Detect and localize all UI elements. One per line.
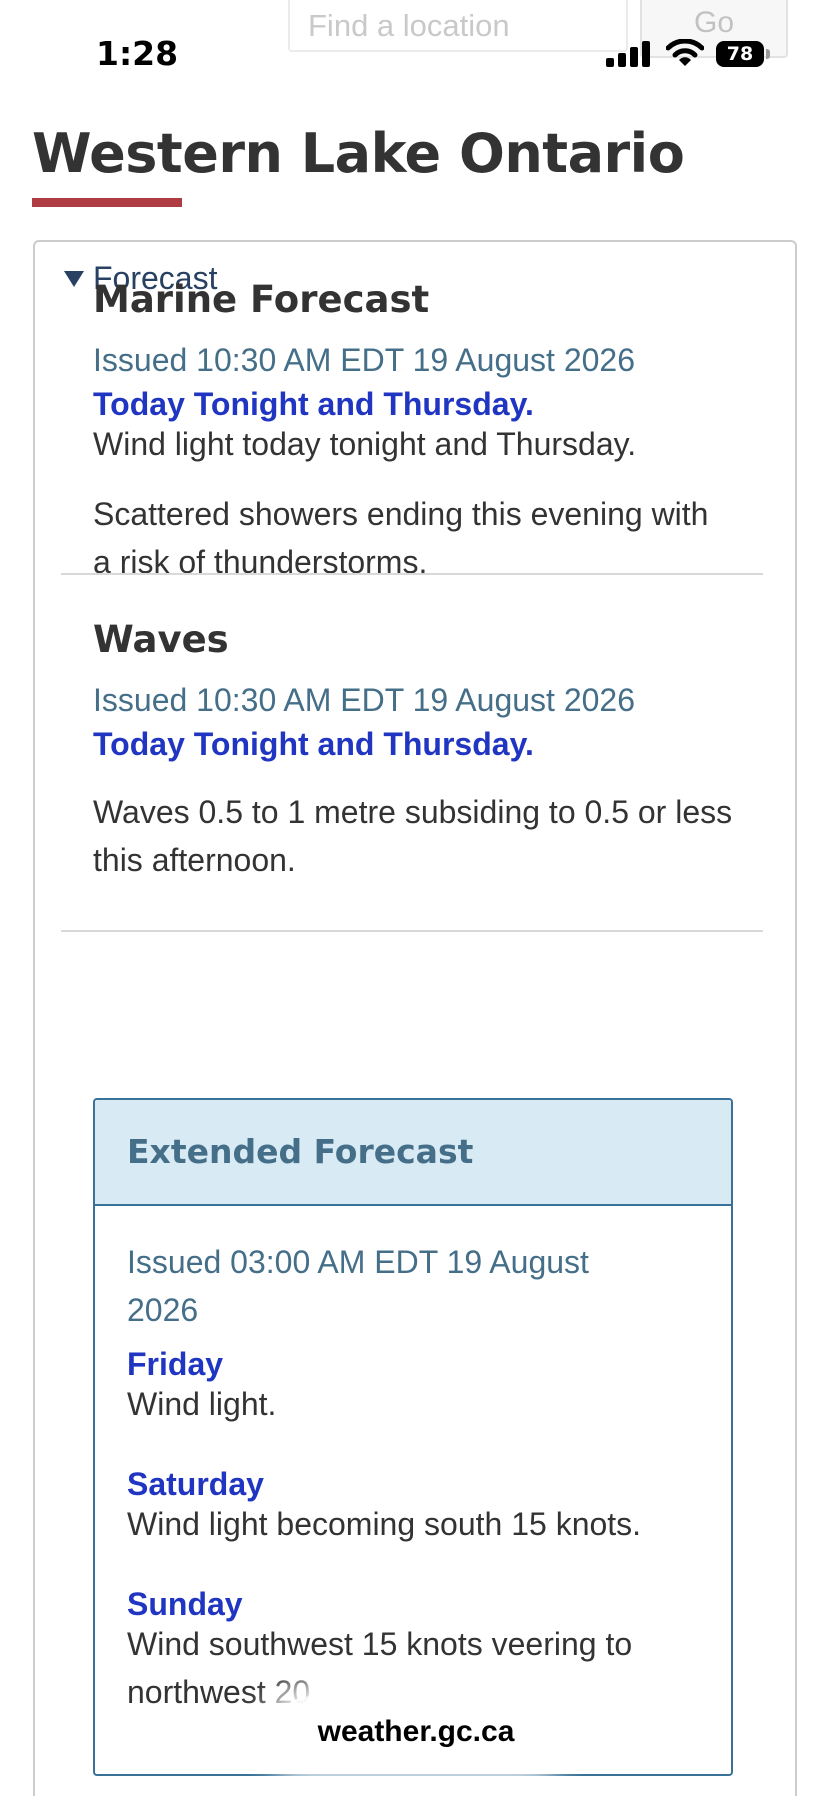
marine-period: Today Tonight and Thursday. bbox=[93, 386, 534, 422]
battery-icon: 78 bbox=[716, 41, 770, 67]
section-divider bbox=[61, 930, 763, 932]
title-underline bbox=[32, 198, 182, 207]
marine-issued: Issued 10:30 AM EDT 19 August 2026 bbox=[93, 342, 635, 378]
battery-cap bbox=[766, 49, 770, 59]
marine-forecast-title: Marine Forecast bbox=[93, 278, 430, 321]
address-bar-url[interactable]: weather.gc.ca bbox=[274, 1696, 558, 1768]
extended-issued: Issued 03:00 AM EDT 19 August 2026 bbox=[127, 1244, 589, 1328]
page-title: Western Lake Ontario bbox=[32, 122, 685, 185]
waves-period: Today Tonight and Thursday. bbox=[93, 726, 534, 762]
marine-text: Wind light today tonight and Thursday. bbox=[93, 426, 637, 462]
forecast-panel: Forecast Marine Forecast Issued 10:30 AM… bbox=[33, 240, 797, 1796]
cellular-signal-icon bbox=[606, 41, 650, 67]
section-divider bbox=[61, 573, 763, 575]
extended-day: Friday bbox=[127, 1346, 224, 1382]
extended-forecast-box: Extended Forecast Issued 03:00 AM EDT 19… bbox=[93, 1098, 733, 1776]
waves-issued: Issued 10:30 AM EDT 19 August 2026 bbox=[93, 682, 635, 718]
battery-level: 78 bbox=[716, 41, 764, 67]
extended-day-text: Wind light becoming south 15 knots. bbox=[127, 1506, 642, 1542]
wifi-icon bbox=[666, 39, 704, 66]
marine-text: Scattered showers ending this evening wi… bbox=[93, 496, 709, 580]
extended-day-text: Wind light. bbox=[127, 1386, 277, 1422]
extended-day: Saturday bbox=[127, 1466, 264, 1502]
extended-forecast-title: Extended Forecast bbox=[127, 1132, 474, 1171]
waves-text: Waves 0.5 to 1 metre subsiding to 0.5 or… bbox=[93, 794, 733, 878]
status-time: 1:28 bbox=[96, 34, 179, 73]
extended-forecast-header: Extended Forecast bbox=[95, 1100, 731, 1206]
search-input[interactable] bbox=[288, 0, 628, 52]
triangle-down-icon bbox=[64, 270, 84, 287]
waves-title: Waves bbox=[93, 618, 229, 661]
extended-day: Sunday bbox=[127, 1586, 243, 1622]
